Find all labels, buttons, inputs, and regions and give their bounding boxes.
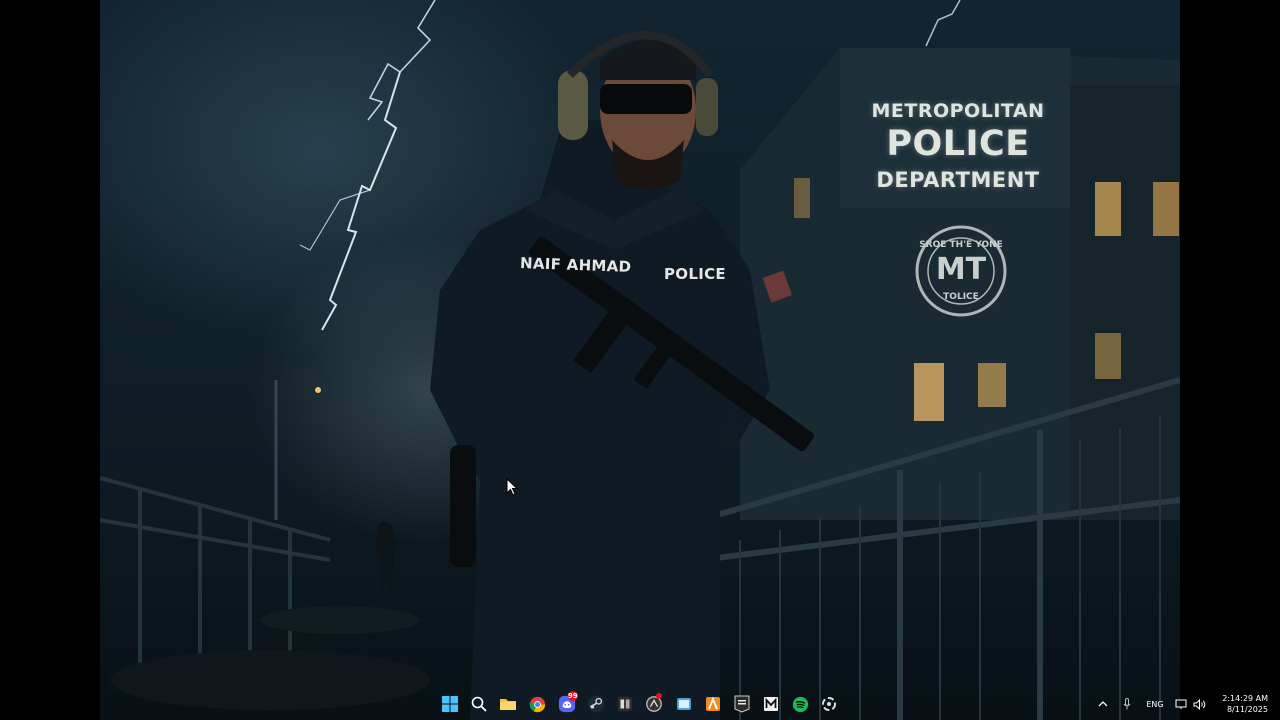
- a-icon: [705, 696, 720, 711]
- chevron-up-icon: [1098, 701, 1108, 707]
- epic-icon: [734, 695, 750, 713]
- app-button-orange[interactable]: [700, 690, 726, 718]
- desktop-wallpaper: METROPOLITAN POLICE DEPARTMENT SROE TH'E…: [100, 0, 1180, 720]
- file-explorer-button[interactable]: [495, 690, 521, 718]
- epic-games-button[interactable]: [729, 690, 755, 718]
- window-icon: [676, 698, 691, 710]
- spotify-button[interactable]: [787, 690, 813, 718]
- building-sign-line1: METROPOLITAN: [871, 100, 1045, 122]
- uniform-police-patch: POLICE: [664, 265, 726, 283]
- app-button-circle[interactable]: [641, 690, 667, 718]
- emblem-bottom-text: TOLICE: [943, 292, 979, 302]
- app-button-bm[interactable]: [612, 690, 638, 718]
- steam-button[interactable]: [583, 690, 609, 718]
- discord-badge: 99: [567, 691, 578, 701]
- network-button[interactable]: [1172, 688, 1190, 720]
- network-icon: [1175, 699, 1187, 709]
- clock[interactable]: 2:14:29 AM 8/11/2025: [1208, 693, 1280, 715]
- emblem-top-text: SROE TH'E YONE: [919, 240, 1003, 250]
- start-button[interactable]: [437, 690, 463, 718]
- chrome-icon: [529, 696, 546, 712]
- app-button-blue[interactable]: [671, 690, 697, 718]
- uniform-name-patch: NAIF AHMAD: [519, 254, 632, 276]
- app-button-m[interactable]: [758, 690, 784, 718]
- microphone-icon: [1123, 698, 1131, 710]
- steam-icon: [587, 695, 605, 713]
- emblem-initials: MT: [935, 252, 987, 287]
- app-button-ring[interactable]: [816, 690, 842, 718]
- clock-time: 2:14:29 AM: [1222, 694, 1268, 703]
- spotify-icon: [792, 696, 808, 712]
- discord-button[interactable]: 99: [554, 690, 580, 718]
- m-icon: [764, 697, 779, 711]
- system-tray: ENG 2:14:29 AM 8/11/2025: [1090, 688, 1280, 720]
- chrome-button[interactable]: [525, 690, 551, 718]
- ring-icon: [822, 697, 837, 711]
- taskbar: 99 ENG 2:14:29 AM 8/11/2025: [0, 688, 1280, 720]
- volume-icon: [1193, 698, 1205, 710]
- mouse-cursor-icon: [506, 478, 519, 496]
- clock-date: 8/11/2025: [1226, 705, 1268, 714]
- show-hidden-icons-button[interactable]: [1090, 688, 1116, 720]
- microphone-button[interactable]: [1116, 688, 1138, 720]
- search-button[interactable]: [466, 690, 492, 718]
- folder-icon: [500, 699, 517, 710]
- language-indicator[interactable]: ENG: [1138, 688, 1172, 720]
- volume-button[interactable]: [1190, 688, 1208, 720]
- search-icon: [471, 696, 487, 712]
- app-icon: [617, 696, 633, 712]
- taskbar-pinned-apps: 99: [437, 690, 842, 718]
- building-sign-line2: POLICE: [886, 124, 1030, 164]
- building-sign-line3: DEPARTMENT: [876, 168, 1040, 192]
- windows-icon: [442, 696, 458, 712]
